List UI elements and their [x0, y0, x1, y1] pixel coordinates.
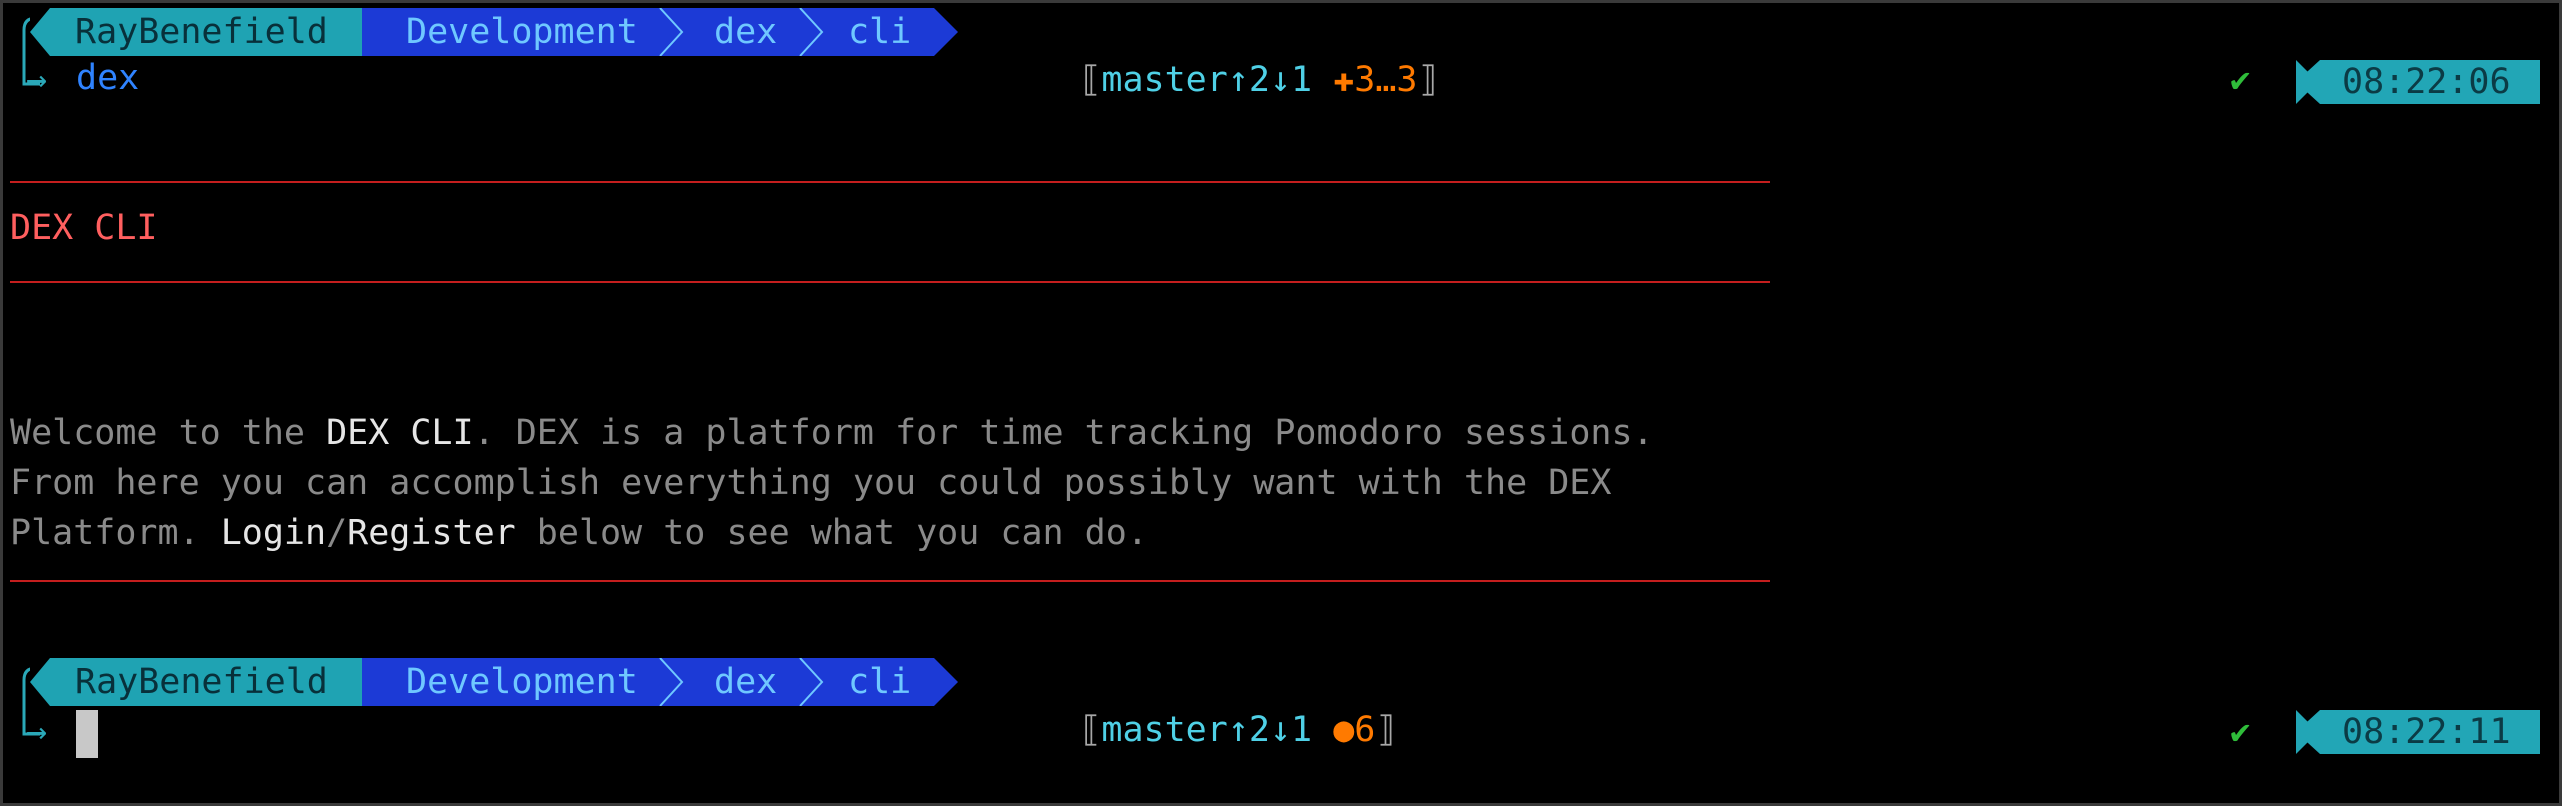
- separator-rule: [10, 580, 1770, 582]
- time-segment: 08:22:11: [2296, 710, 2540, 754]
- git-bracket-close: ⟧: [1417, 60, 1439, 100]
- git-bracket-open: ⟦: [1080, 710, 1102, 750]
- powerline-arrow-icon: [340, 658, 958, 706]
- success-check-icon: ✔: [2230, 60, 2251, 100]
- user-segment: RayBenefield: [30, 8, 362, 56]
- time-arrow-icon: [2296, 710, 2320, 754]
- git-changes: ✚3…3: [1333, 60, 1418, 100]
- segment-separator-icon: [30, 658, 50, 706]
- git-status: ⟦master↑2↓1 ✚3…3⟧: [996, 8, 1439, 152]
- git-bracket-close: ⟧: [1375, 710, 1397, 750]
- highlight-register: Register: [347, 513, 516, 553]
- git-changes: ●6: [1333, 710, 1376, 750]
- separator-rule: [10, 281, 1770, 283]
- user-name: RayBenefield: [75, 662, 328, 702]
- git-bracket-open: ⟦: [1080, 60, 1102, 100]
- output-heading: DEX CLI: [10, 208, 158, 248]
- git-status: ⟦master↑2↓1 ●6⟧: [996, 658, 1396, 802]
- powerline-arrow-icon: [340, 8, 958, 56]
- git-ahead-behind: ↑2↓1: [1227, 60, 1313, 100]
- git-branch: master: [1101, 60, 1228, 100]
- user-name: RayBenefield: [75, 12, 328, 52]
- time-arrow-icon: [2296, 60, 2320, 104]
- text-span: /: [326, 513, 348, 553]
- text-span: below to see what you can do.: [515, 513, 1148, 553]
- text-span: Platform.: [10, 513, 221, 553]
- time-segment: 08:22:06: [2296, 60, 2540, 104]
- git-ahead-behind: ↑2↓1: [1227, 710, 1313, 750]
- prompt-arrow-icon: →: [26, 60, 48, 100]
- separator-rule: [10, 181, 1770, 183]
- success-check-icon: ✔: [2230, 712, 2251, 752]
- highlight-login: Login: [220, 513, 327, 553]
- command-text: dex: [76, 58, 140, 98]
- git-branch: master: [1101, 710, 1228, 750]
- timestamp: 08:22:11: [2342, 712, 2511, 752]
- segment-separator-icon: [30, 8, 50, 56]
- user-segment: RayBenefield: [30, 658, 362, 706]
- text-cursor[interactable]: [76, 710, 98, 758]
- prompt-arrow-icon: →: [26, 712, 48, 752]
- timestamp: 08:22:06: [2342, 62, 2511, 102]
- welcome-text-line3: Platform. Login/Register below to see wh…: [10, 458, 1148, 558]
